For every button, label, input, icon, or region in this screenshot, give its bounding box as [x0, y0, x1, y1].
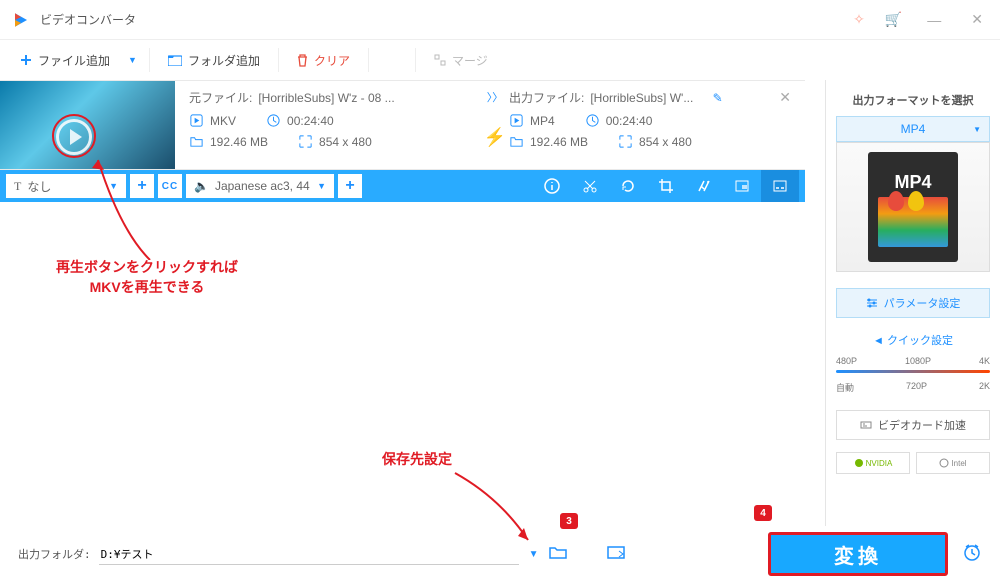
- intel-badge: Intel: [916, 452, 990, 474]
- arrow-divider-icon: 〉〉: [487, 89, 504, 105]
- edit-toolbar: T なし ▼ + CC 🔈 Japanese ac3, 44 ▼ +: [0, 170, 805, 202]
- preset-2k[interactable]: 2K: [979, 381, 990, 394]
- video-thumbnail[interactable]: [0, 81, 175, 169]
- merge-button[interactable]: マージ: [422, 52, 500, 69]
- clock-icon: [266, 113, 281, 128]
- output-label: 出力ファイル:: [509, 89, 584, 106]
- quality-slider[interactable]: [836, 370, 990, 373]
- preset-480p[interactable]: 480P: [836, 356, 857, 366]
- format-select[interactable]: MP4: [836, 116, 990, 142]
- cart-icon[interactable]: 🛒: [885, 11, 902, 28]
- sidebar-title: 出力フォーマットを選択: [836, 92, 990, 108]
- watermark-tool-icon[interactable]: [723, 170, 761, 202]
- info-tool-icon[interactable]: [533, 170, 571, 202]
- cc-button[interactable]: CC: [158, 174, 182, 198]
- preset-auto[interactable]: 自動: [836, 381, 854, 394]
- browse-folder-button[interactable]: [549, 545, 567, 563]
- format-preview[interactable]: MP4: [836, 142, 990, 272]
- resolution-icon: [298, 134, 313, 149]
- output-size: 192.46 MB: [530, 135, 588, 149]
- format-select-label: MP4: [901, 122, 926, 136]
- chevron-down-icon: ▼: [317, 181, 326, 191]
- clear-label: クリア: [314, 52, 350, 69]
- crop-tool-icon[interactable]: [647, 170, 685, 202]
- cut-tool-icon[interactable]: [571, 170, 609, 202]
- chevron-down-icon: ▼: [109, 181, 118, 191]
- schedule-icon[interactable]: [962, 542, 982, 567]
- source-filename: [HorribleSubs] W'z - 08 ...: [258, 91, 394, 105]
- source-size: 192.46 MB: [210, 135, 268, 149]
- add-subtitle-button[interactable]: +: [130, 174, 154, 198]
- annotation-badge-4: 4: [754, 505, 772, 521]
- rotate-tool-icon[interactable]: [609, 170, 647, 202]
- param-label: パラメータ設定: [884, 295, 961, 311]
- minimize-button[interactable]: —: [922, 12, 946, 28]
- add-folder-button[interactable]: フォルダ追加: [156, 52, 272, 69]
- file-item-row: 元ファイル: [HorribleSubs] W'z - 08 ... MKV 0…: [0, 80, 805, 170]
- titlebar: ビデオコンバータ ✧ 🛒 — ✕: [0, 0, 1000, 40]
- clock-icon: [585, 113, 600, 128]
- subtitle-text: なし: [27, 178, 103, 195]
- preset-720p[interactable]: 720P: [906, 381, 927, 394]
- open-folder-button[interactable]: [607, 545, 625, 563]
- sidebar: 出力フォーマットを選択 MP4 MP4 パラメータ設定 クイック設定 480P …: [825, 80, 1000, 582]
- source-resolution: 854 x 480: [319, 135, 372, 149]
- source-label: 元ファイル:: [189, 89, 252, 106]
- output-duration: 00:24:40: [606, 114, 653, 128]
- effects-tool-icon[interactable]: [685, 170, 723, 202]
- add-folder-label: フォルダ追加: [188, 52, 260, 69]
- resolution-icon: [618, 134, 633, 149]
- bolt-icon[interactable]: ⚡: [484, 127, 506, 148]
- gpu-accel-button[interactable]: ビデオカード加速: [836, 410, 990, 440]
- quick-settings-title: クイック設定: [836, 332, 990, 348]
- nvidia-badge: NVIDIA: [836, 452, 910, 474]
- gpu-label: ビデオカード加速: [878, 417, 966, 433]
- param-settings-button[interactable]: パラメータ設定: [836, 288, 990, 318]
- edit-icon[interactable]: ✎: [713, 91, 723, 105]
- output-folder-input[interactable]: [99, 543, 519, 565]
- play-button[interactable]: [56, 119, 92, 155]
- preset-4k[interactable]: 4K: [979, 356, 990, 366]
- main-toolbar: ファイル追加 ▼ フォルダ追加 クリア マージ: [0, 40, 1000, 80]
- audio-select[interactable]: 🔈 Japanese ac3, 44 ▼: [186, 174, 334, 198]
- output-resolution: 854 x 480: [639, 135, 692, 149]
- speaker-icon: 🔈: [194, 179, 209, 193]
- key-icon[interactable]: ✧: [853, 11, 865, 28]
- convert-label: 変換: [834, 540, 882, 569]
- output-filename: [HorribleSubs] W'...: [590, 91, 693, 105]
- output-format: MP4: [530, 114, 555, 128]
- folder-icon: [189, 134, 204, 149]
- format-badge-label: MP4: [894, 172, 931, 193]
- app-logo-icon: [12, 11, 30, 29]
- footer: 出力フォルダ: ▼ 変換: [0, 526, 1000, 582]
- annotation-play-text: 再生ボタンをクリックすれば MKVを再生できる: [56, 258, 238, 297]
- audio-text: Japanese ac3, 44: [215, 179, 311, 193]
- clear-button[interactable]: クリア: [285, 52, 362, 69]
- merge-label: マージ: [452, 52, 488, 69]
- subtitle-select[interactable]: T なし ▼: [6, 174, 126, 198]
- subtitle-tool-icon[interactable]: [761, 170, 799, 202]
- add-file-button[interactable]: ファイル追加: [8, 52, 122, 69]
- annotation-folder-text: 保存先設定: [382, 450, 452, 470]
- add-audio-button[interactable]: +: [338, 174, 362, 198]
- add-file-label: ファイル追加: [38, 52, 110, 69]
- format-icon: [189, 113, 204, 128]
- app-title: ビデオコンバータ: [40, 11, 853, 28]
- convert-button[interactable]: 変換: [768, 532, 948, 576]
- preset-1080p[interactable]: 1080P: [905, 356, 931, 366]
- remove-item-button[interactable]: ✕: [779, 89, 791, 106]
- output-folder-label: 出力フォルダ:: [18, 546, 91, 562]
- source-format: MKV: [210, 114, 236, 128]
- annotation-badge-3: 3: [560, 513, 578, 529]
- close-window-button[interactable]: ✕: [966, 11, 988, 28]
- source-duration: 00:24:40: [287, 114, 334, 128]
- add-file-dropdown[interactable]: ▼: [122, 55, 143, 65]
- folder-dropdown-button[interactable]: ▼: [529, 549, 539, 560]
